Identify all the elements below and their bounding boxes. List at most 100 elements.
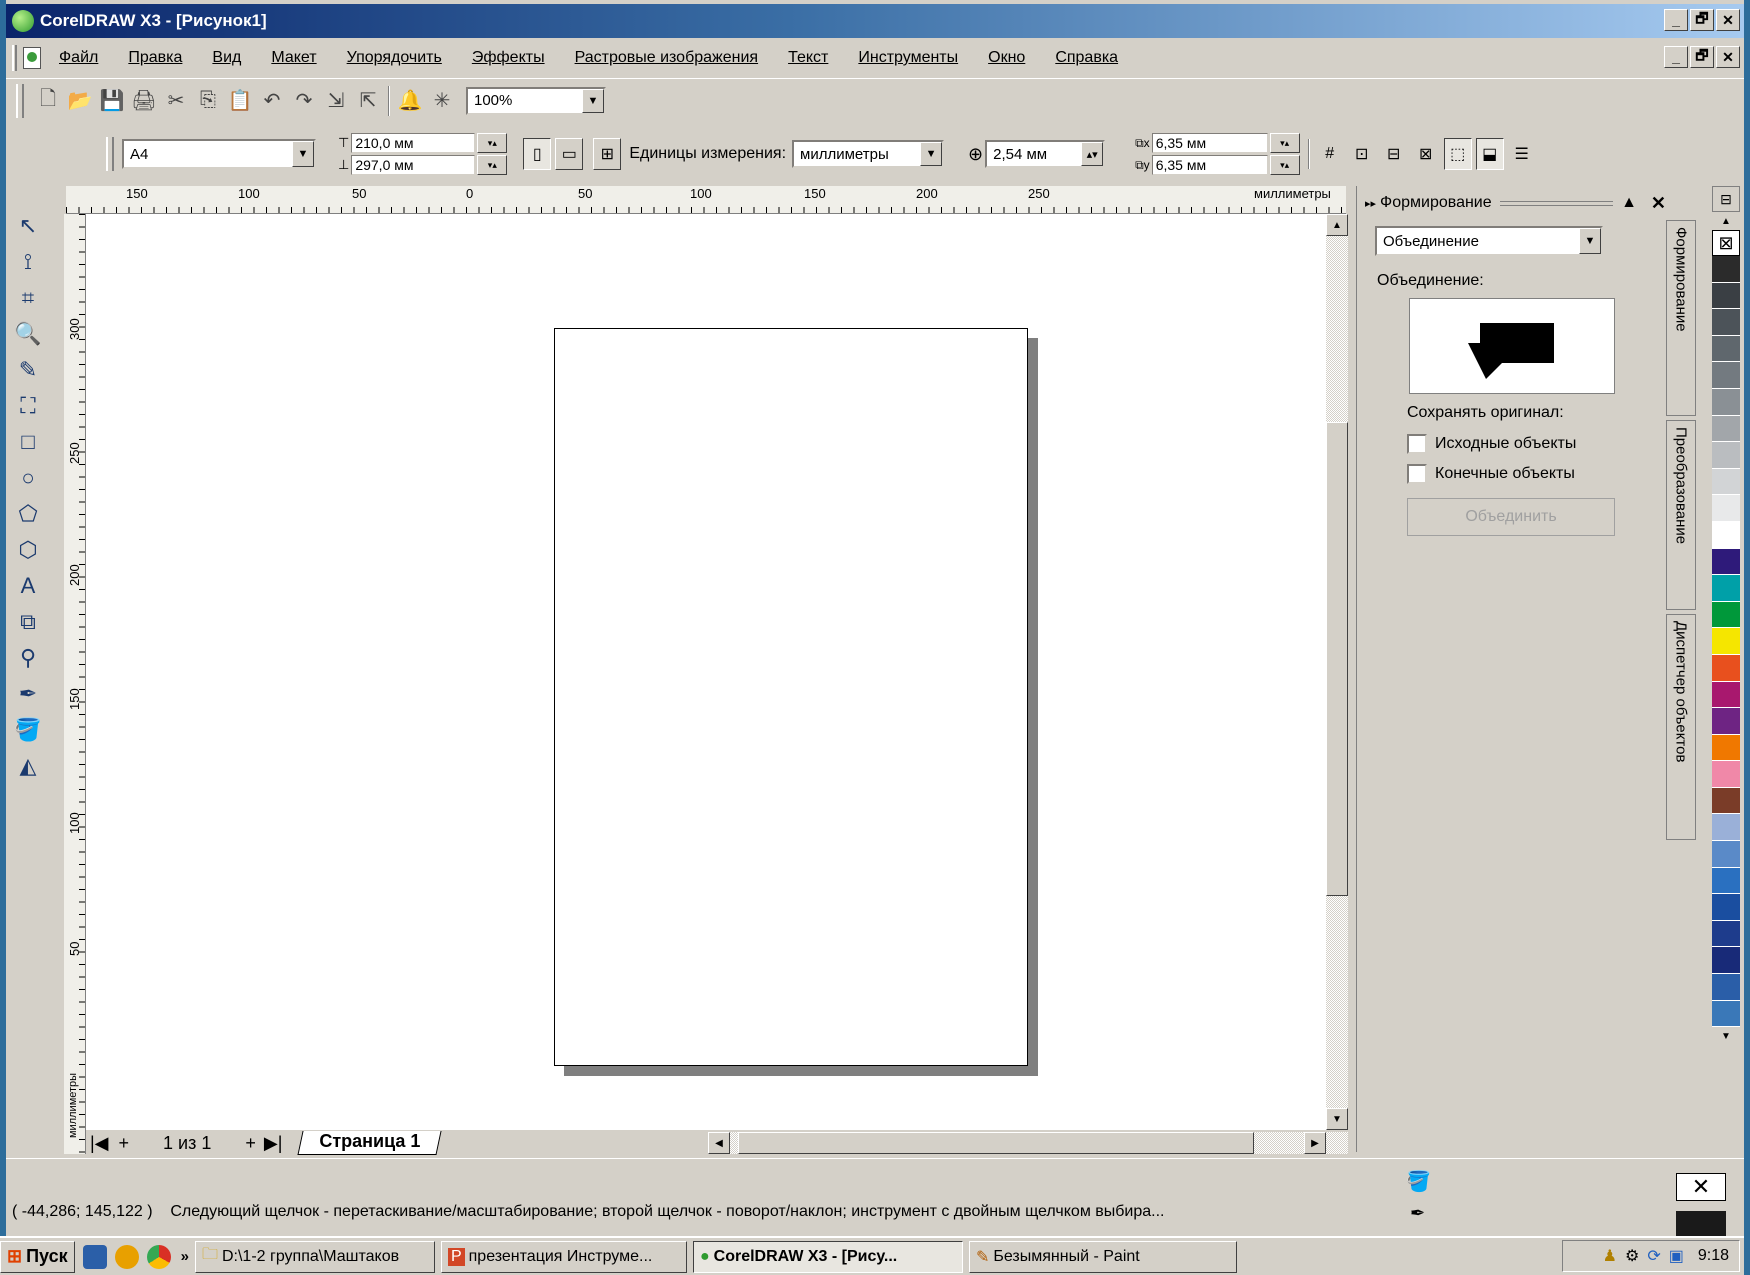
maximize-button[interactable]: 🗗 (1690, 9, 1714, 31)
fill-tool-icon[interactable]: 🪣 (8, 712, 48, 748)
undo-icon[interactable]: ↶ (259, 88, 285, 114)
basic-shapes-icon[interactable]: ⬡ (8, 532, 48, 568)
tab-object-manager[interactable]: Диспетчер объектов (1666, 614, 1696, 840)
ellipse-tool-icon[interactable]: ○ (8, 460, 48, 496)
quicklaunch-audition-icon[interactable] (82, 1244, 107, 1269)
chevron-down-icon[interactable]: ▼ (1579, 228, 1601, 254)
tray-settings-icon[interactable]: ⚙ (1625, 1246, 1639, 1266)
add-page-before-icon[interactable]: + (119, 1133, 130, 1154)
polygon-tool-icon[interactable]: ⬠ (8, 496, 48, 532)
color-swatch[interactable] (1712, 256, 1740, 283)
task-powerpoint[interactable]: P презентация Инструме... (440, 1240, 687, 1273)
color-swatch[interactable] (1712, 495, 1740, 522)
tray-monitor-icon[interactable]: ▣ (1669, 1246, 1684, 1266)
snap-objects-icon[interactable]: ⊟ (1379, 138, 1408, 170)
color-swatch[interactable] (1712, 787, 1740, 815)
tray-network-icon[interactable]: ⟳ (1647, 1246, 1660, 1266)
menu-arrange[interactable]: Упорядочить (347, 49, 442, 67)
options-icon[interactable]: ☰ (1507, 138, 1536, 170)
interactive-fill-icon[interactable]: ◭ (8, 748, 48, 784)
source-objects-option[interactable]: Исходные объекты (1407, 434, 1576, 454)
menu-view[interactable]: Вид (212, 49, 241, 67)
color-swatch[interactable] (1712, 575, 1740, 602)
drawing-canvas[interactable] (86, 214, 1326, 1130)
fill-color-indicator[interactable] (1676, 1211, 1726, 1239)
redo-icon[interactable]: ↷ (291, 88, 317, 114)
chevron-down-icon[interactable]: ▼ (582, 88, 604, 113)
add-page-after-icon[interactable]: + (245, 1133, 256, 1154)
menu-file[interactable]: Файл (59, 49, 98, 67)
corel-online-icon[interactable]: ✳ (429, 88, 455, 114)
target-objects-option[interactable]: Конечные объекты (1407, 464, 1575, 484)
paper-width-field[interactable]: 210,0 мм (351, 133, 476, 153)
document-icon[interactable] (23, 47, 41, 69)
vertical-scroll-thumb[interactable] (1326, 422, 1348, 896)
horizontal-ruler[interactable]: 150 100 50 0 50 100 150 200 250 миллимет… (66, 186, 1346, 214)
tab-page-1[interactable]: Страница 1 (297, 1131, 443, 1155)
color-swatch[interactable] (1712, 442, 1740, 469)
color-swatch[interactable] (1712, 894, 1740, 921)
quicklaunch-chrome-icon[interactable] (146, 1244, 171, 1269)
first-page-icon[interactable]: |◀ (90, 1133, 109, 1154)
color-swatch[interactable] (1712, 920, 1740, 948)
dup-x-field[interactable]: 6,35 мм (1151, 133, 1268, 153)
application-launcher-icon[interactable]: 🔔 (397, 88, 423, 114)
menu-help[interactable]: Справка (1055, 49, 1118, 67)
doc-close-button[interactable]: ✕ (1716, 46, 1740, 68)
outline-tool-icon[interactable]: ✒ (8, 676, 48, 712)
target-objects-checkbox[interactable] (1407, 464, 1427, 484)
docker-collapse-icon[interactable]: ▲ (1621, 194, 1637, 212)
start-button[interactable]: ⊞ Пуск (0, 1240, 75, 1273)
page-layout-button[interactable]: ⊞ (593, 138, 622, 170)
task-explorer[interactable]: 🗀 D:\1-2 группа\Маштаков (194, 1240, 435, 1273)
docker-close-icon[interactable]: ✕ (1651, 193, 1666, 214)
dup-y-field[interactable]: 6,35 мм (1151, 155, 1268, 175)
vertical-scrollbar[interactable]: ▲ ▼ (1326, 214, 1348, 1130)
last-page-icon[interactable]: ▶| (264, 1133, 283, 1154)
paste-icon[interactable]: 📋 (227, 88, 253, 114)
color-swatch[interactable] (1712, 681, 1740, 709)
landscape-button[interactable]: ▭ (555, 138, 584, 170)
interactive-blend-icon[interactable]: ⧉ (8, 604, 48, 640)
cut-icon[interactable]: ✂ (163, 88, 189, 114)
freehand-tool-icon[interactable]: ✎ (8, 352, 48, 388)
weld-apply-button[interactable]: Объединить (1407, 498, 1615, 536)
toolbar-grip[interactable] (16, 83, 24, 118)
dup-x-spinner[interactable]: ▾▴ (1269, 133, 1300, 153)
task-paint[interactable]: ✎ Безымянный - Paint (968, 1240, 1237, 1273)
property-bar-grip[interactable] (106, 137, 114, 171)
color-swatch[interactable] (1712, 867, 1740, 895)
color-swatch[interactable] (1712, 654, 1740, 682)
horizontal-scrollbar[interactable]: ◀ ▶ (708, 1132, 1348, 1154)
snap-grid-icon[interactable]: # (1315, 138, 1344, 170)
shape-tool-icon[interactable]: ⟟ (8, 244, 48, 280)
doc-minimize-button[interactable]: _ (1664, 46, 1688, 68)
open-file-icon[interactable]: 📂 (67, 88, 93, 114)
color-swatch[interactable] (1712, 468, 1740, 496)
color-swatch[interactable] (1712, 335, 1740, 363)
shaping-mode-select[interactable]: Объединение ▼ (1375, 226, 1603, 256)
color-swatch[interactable] (1712, 761, 1740, 788)
outline-color-indicator[interactable]: ✕ (1676, 1173, 1726, 1201)
eyedropper-icon[interactable]: ⚲ (8, 640, 48, 676)
tab-transform[interactable]: Преобразование (1666, 420, 1696, 610)
portrait-button[interactable]: ▯ (523, 138, 552, 170)
dup-y-spinner[interactable]: ▾▴ (1269, 155, 1300, 175)
color-swatch[interactable] (1712, 415, 1740, 443)
new-file-icon[interactable]: 🗋 (35, 88, 61, 114)
color-swatch[interactable] (1712, 282, 1740, 310)
no-color-swatch[interactable]: ⊠ (1712, 230, 1740, 256)
chevron-down-icon[interactable]: ▼ (292, 141, 314, 167)
width-spinner[interactable]: ▾▴ (477, 133, 508, 153)
palette-scroll-up-icon[interactable]: ▲ (1712, 212, 1740, 230)
minimize-button[interactable]: _ (1664, 9, 1688, 31)
color-swatch[interactable] (1712, 521, 1740, 549)
scroll-up-icon[interactable]: ▲ (1326, 214, 1348, 236)
color-swatch[interactable] (1712, 974, 1740, 1001)
docker-expand-icon[interactable]: ▸▸ (1365, 197, 1376, 210)
menu-layout[interactable]: Макет (271, 49, 316, 67)
zoom-tool-icon[interactable]: 🔍 (8, 316, 48, 352)
color-swatch[interactable] (1712, 841, 1740, 868)
color-swatch[interactable] (1712, 708, 1740, 735)
menu-window[interactable]: Окно (988, 49, 1025, 67)
